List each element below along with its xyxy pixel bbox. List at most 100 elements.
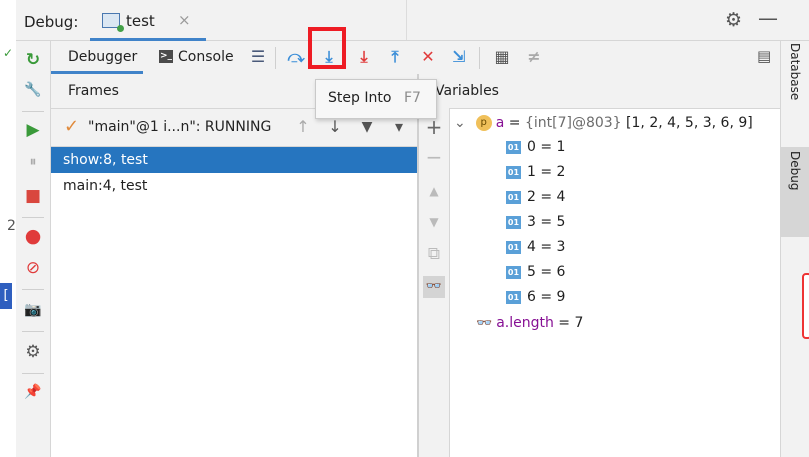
close-icon[interactable]: × xyxy=(178,11,191,29)
divider xyxy=(22,331,44,332)
primitive-icon: 01 xyxy=(506,265,521,279)
variable-value: [1, 2, 4, 5, 3, 6, 9] xyxy=(621,115,753,131)
divider xyxy=(22,289,44,290)
array-element-row[interactable]: 01 4 = 3 xyxy=(506,235,565,259)
primitive-icon: 01 xyxy=(506,140,521,154)
variables-side-toolbar: + − ▲ ▼ ⧉ 👓 xyxy=(419,108,450,457)
array-element-value: 5 = 6 xyxy=(527,264,566,280)
camera-icon[interactable]: 📷 xyxy=(22,299,44,321)
debugger-toolbar: Debugger >_ Console ☰ ⤼ ⤓ ⤓ ⤒ ✕ ⇲ ▦ ≠ ▤ xyxy=(51,41,780,75)
right-tool-strip: Database Debug xyxy=(780,41,809,457)
trace-icon[interactable]: ≠ xyxy=(522,46,546,68)
watch-name: a.length xyxy=(496,315,554,331)
check-icon: ✓ xyxy=(64,116,80,137)
debug-label: Debug: xyxy=(24,13,79,31)
minimize-icon[interactable]: — xyxy=(758,6,778,30)
array-element-value: 3 = 5 xyxy=(527,214,566,230)
tab-test[interactable]: test × xyxy=(90,4,206,41)
show-execution-point-icon[interactable]: ⤼ xyxy=(284,46,308,68)
array-element-row[interactable]: 01 6 = 9 xyxy=(506,285,565,309)
settings-icon[interactable]: ⚙ xyxy=(22,341,44,363)
rerun-icon[interactable]: ↻ xyxy=(22,49,44,71)
array-element-row[interactable]: 01 2 = 4 xyxy=(506,185,565,209)
run-to-cursor-icon[interactable]: ⇲ xyxy=(447,46,471,68)
force-step-into-icon[interactable]: ⤓ xyxy=(352,46,376,68)
mute-breakpoints-icon[interactable]: ⊘ xyxy=(22,257,44,279)
running-status-dot xyxy=(117,25,124,32)
arrow-down-icon[interactable]: ↓ xyxy=(325,117,345,137)
array-element-row[interactable]: 01 3 = 5 xyxy=(506,210,565,234)
step-into-tooltip: Step Into F7 xyxy=(315,79,437,119)
move-up-icon[interactable]: ▲ xyxy=(423,180,445,202)
layout-settings-icon[interactable]: ▤ xyxy=(757,47,771,65)
primitive-icon: 01 xyxy=(506,165,521,179)
filter-icon[interactable]: ▼ xyxy=(357,117,377,137)
arrow-up-icon[interactable]: ↑ xyxy=(293,117,313,137)
step-out-icon[interactable]: ⤒ xyxy=(383,46,407,68)
database-tab-label: Database xyxy=(788,43,802,101)
debug-tool-tab[interactable]: Debug xyxy=(781,147,809,237)
wrench-icon[interactable]: 🔧 xyxy=(22,79,44,101)
editor-line-number: 2 xyxy=(7,218,16,234)
scrollbar[interactable] xyxy=(802,273,809,339)
editor-gutter-mark: ✓ xyxy=(3,46,14,60)
database-tool-tab[interactable]: Database xyxy=(785,43,807,139)
tooltip-shortcut: F7 xyxy=(404,90,421,106)
primitive-icon: 01 xyxy=(506,190,521,204)
divider xyxy=(22,111,44,112)
gear-icon[interactable]: ⚙ xyxy=(725,9,742,31)
divider xyxy=(479,47,480,69)
stop-icon[interactable]: ■ xyxy=(22,185,44,207)
editor-selection-fragment: [ xyxy=(0,283,12,309)
frame-row[interactable]: show:8, test xyxy=(51,147,417,173)
move-down-icon[interactable]: ▼ xyxy=(423,211,445,233)
tab-console[interactable]: >_ Console xyxy=(147,41,247,74)
menu-icon[interactable]: ☰ xyxy=(246,46,270,68)
primitive-icon: 01 xyxy=(506,215,521,229)
frame-label: show:8, test xyxy=(63,152,148,168)
variable-eq: = xyxy=(504,115,525,131)
tab-console-label: Console xyxy=(178,49,234,65)
variables-header: Variables xyxy=(419,74,780,109)
divider xyxy=(22,373,44,374)
left-debug-toolbar: ↻ 🔧 ▶ ⏸ ■ ● ⊘ 📷 ⚙ 📌 xyxy=(16,41,51,457)
console-icon: >_ xyxy=(159,50,173,63)
debug-tab-label: Debug xyxy=(788,151,802,191)
remove-watch-icon[interactable]: − xyxy=(423,146,445,168)
array-element-row[interactable]: 01 1 = 2 xyxy=(506,160,565,184)
copy-icon[interactable]: ⧉ xyxy=(423,243,445,265)
primitive-icon: 01 xyxy=(506,290,521,304)
array-element-row[interactable]: 01 5 = 6 xyxy=(506,260,565,284)
divider xyxy=(406,0,407,40)
add-watch-icon[interactable]: + xyxy=(423,116,445,138)
frames-list: show:8, test main:4, test xyxy=(51,147,417,457)
frame-row[interactable]: main:4, test xyxy=(51,173,417,199)
pin-icon[interactable]: 📌 xyxy=(22,381,44,403)
drop-frame-icon[interactable]: ✕ xyxy=(416,46,440,68)
pause-icon[interactable]: ⏸ xyxy=(22,151,44,173)
watch-value: = 7 xyxy=(553,315,584,331)
tab-debugger[interactable]: Debugger xyxy=(51,41,143,74)
variable-row-a[interactable]: ⌄ p a = {int[7]@803} [1, 2, 4, 5, 3, 6, 9] xyxy=(454,111,753,135)
resume-icon[interactable]: ▶ xyxy=(22,119,44,141)
watch-row-length[interactable]: 👓 a.length = 7 xyxy=(476,311,583,335)
tab-test-label: test xyxy=(126,12,155,30)
thread-label: "main"@1 i...n": RUNNING xyxy=(88,119,272,135)
chevron-down-icon[interactable]: ⌄ xyxy=(454,115,466,131)
view-breakpoints-icon[interactable]: ● xyxy=(22,225,44,247)
array-element-row[interactable]: 01 0 = 1 xyxy=(506,135,565,159)
evaluate-expression-icon[interactable]: ▦ xyxy=(490,46,514,68)
variables-title: Variables xyxy=(435,83,499,99)
watches-icon[interactable]: 👓 xyxy=(423,276,445,298)
frame-label: main:4, test xyxy=(63,178,148,194)
array-element-value: 1 = 2 xyxy=(527,164,566,180)
parameter-icon: p xyxy=(475,115,492,131)
tooltip-label: Step Into xyxy=(328,90,392,106)
variables-tree: ⌄ p a = {int[7]@803} [1, 2, 4, 5, 3, 6, 9]… xyxy=(450,109,780,457)
debug-title-bar: Debug: test × ⚙ — xyxy=(16,0,809,41)
chevron-down-icon[interactable]: ▾ xyxy=(389,117,409,137)
tab-debugger-label: Debugger xyxy=(68,49,138,65)
array-element-value: 6 = 9 xyxy=(527,289,566,305)
primitive-icon: 01 xyxy=(506,240,521,254)
array-element-value: 4 = 3 xyxy=(527,239,566,255)
